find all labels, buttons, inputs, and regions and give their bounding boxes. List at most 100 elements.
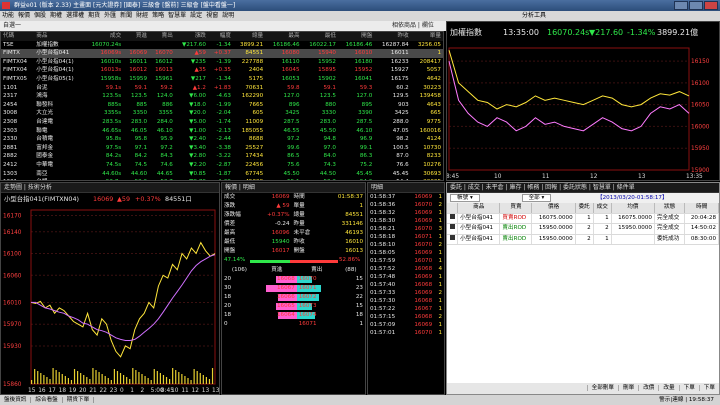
quote-row[interactable]: 2330 台積電 95.8s 95.8 95.9 ▼2.40 -2.44 8688 97.2 94…: [1, 135, 443, 144]
volume-bar: [86, 377, 88, 384]
plot-frame: [30, 209, 216, 385]
depth-header: 買進: [271, 267, 283, 273]
quote-cell: 16022.17: [309, 41, 336, 48]
checkbox-icon[interactable]: [450, 213, 456, 219]
quote-row[interactable]: FIMTX04 小型台指04(1) 16013s 16012 16013 ▲35 +0.35…: [1, 66, 443, 75]
order-checkbox[interactable]: [447, 223, 459, 235]
menu-item[interactable]: 視窗: [204, 12, 220, 19]
watchlist-name[interactable]: 自選一: [3, 22, 21, 29]
order-column-header[interactable]: 委託: [575, 203, 594, 214]
order-checkbox[interactable]: [447, 234, 459, 245]
depth-row[interactable]: 20 16068 16070 15: [222, 275, 365, 284]
depth-row[interactable]: 18 16066 16072 22: [222, 293, 365, 302]
order-checkbox[interactable]: [447, 213, 459, 224]
quote-column-header[interactable]: 最低: [301, 32, 338, 41]
quote-column-header[interactable]: 開盤: [337, 32, 375, 41]
menu-item[interactable]: 智慧單: [166, 12, 188, 19]
maximize-button[interactable]: [689, 1, 703, 10]
quote-column-header[interactable]: 昨收: [374, 32, 411, 41]
menu-item[interactable]: 設定: [188, 12, 204, 19]
quote-column-header[interactable]: 最高: [265, 32, 302, 41]
checkbox-icon[interactable]: [450, 234, 456, 240]
order-column-header[interactable]: 商品: [457, 203, 501, 214]
menu-item[interactable]: 報價: [16, 12, 32, 19]
depth-row[interactable]: 30 16067 16071 23: [222, 284, 365, 293]
order-action-button[interactable]: 下單: [698, 385, 719, 391]
close-button[interactable]: [704, 1, 718, 10]
menu-item[interactable]: 功能: [0, 12, 16, 19]
quote-row[interactable]: 2317 鴻海 123.5s 123.5 124.0 ▼6.00 -4.63 162290 12…: [1, 92, 443, 101]
quote-column-header[interactable]: 商品: [34, 32, 84, 41]
quote-column-header[interactable]: 幅度: [207, 32, 233, 41]
order-action-button[interactable]: 刪單: [617, 385, 639, 391]
volume-bar: [67, 378, 69, 384]
minimize-button[interactable]: [674, 1, 688, 10]
menu-item[interactable]: 期貨: [86, 12, 102, 19]
order-column-header[interactable]: 價格: [531, 203, 576, 214]
quote-row[interactable]: FIMTX04 小型台指04(1) 16010s 16011 16012 ▼235 -1.3…: [1, 58, 443, 67]
quote-column-header[interactable]: 成交: [83, 32, 124, 41]
watchlist-options[interactable]: 相依商品 | 欄位: [392, 21, 434, 31]
quote-row[interactable]: 1101 台泥 59.1s 59.1 59.2 ▲1.2 +1.83 70631 59.8 59.…: [1, 84, 443, 93]
order-column-header[interactable]: 狀態: [654, 203, 686, 214]
menu-item[interactable]: 新聞: [118, 12, 134, 19]
order-action-button[interactable]: 下單: [678, 385, 699, 391]
status-tab[interactable]: 綜合看盤: [31, 397, 63, 403]
status-tab[interactable]: 期貨下單: [62, 397, 95, 403]
quote-row[interactable]: 2882 國泰金 84.2s 84.2 84.3 ▼2.80 -3.22 17434 86.5 8…: [1, 152, 443, 161]
order-action-button[interactable]: 改價: [638, 385, 659, 391]
filter-select[interactable]: 全部 ▾: [521, 194, 552, 202]
order-column-header[interactable]: 均價: [611, 203, 655, 214]
volume-bar: [132, 368, 134, 384]
quote-column-header[interactable]: 代碼: [1, 32, 35, 41]
order-column-header[interactable]: 時間: [684, 203, 719, 214]
menu-item[interactable]: 說明: [220, 12, 236, 19]
order-row[interactable]: 小型台指041 賣出ROD 15950.0000 2 2 15950.0000 完全成交 14…: [447, 223, 719, 235]
order-column-header[interactable]: 買賣: [499, 203, 533, 214]
quote-column-header[interactable]: 漲跌: [174, 32, 208, 41]
quote-cell: 16012: [155, 58, 173, 65]
depth-row[interactable]: 20 16065 16073 15: [222, 302, 365, 311]
quote-row[interactable]: 2308 台達電 283.5s 283.0 284.0 ▼5.00 -1.74 11009 28…: [1, 118, 443, 127]
order-action-button[interactable]: 改量: [658, 385, 679, 391]
order-row[interactable]: 小型台指041 賣出ROD 15950.0000 2 1 委託成功 08:30:00: [447, 234, 719, 245]
quote-row[interactable]: 1303 南亞 44.60s 44.60 44.65 ▼0.85 -1.87 67745 45.…: [1, 170, 443, 179]
x-tick-label: 21: [89, 388, 97, 394]
depth-row[interactable]: 18 16064 16074 18: [222, 311, 365, 320]
order-column-header[interactable]: [447, 203, 459, 214]
menu-item[interactable]: 外匯: [102, 12, 118, 19]
quote-row[interactable]: 2454 聯發科 885s 885 886 ▼18.0 -1.99 7665 896 880 895…: [1, 101, 443, 110]
account-select[interactable]: 帳號 ▾: [450, 194, 480, 202]
order-tabs[interactable]: 委託 | 成交 | 未平倉 | 庫存 | 帳務 | 回報 | 委託狀態 | 智慧…: [447, 183, 719, 193]
quote-column-header[interactable]: 總量: [232, 32, 266, 41]
quote-column-header[interactable]: 單量: [410, 32, 443, 41]
menu-item[interactable]: 期權: [48, 12, 64, 19]
quote-row[interactable]: 2412 中華電 74.5s 74.5 74.6 ▼2.20 -2.87 22456 75.6 7…: [1, 161, 443, 170]
order-action-button[interactable]: 全部刪單: [586, 385, 618, 391]
quote-column-header[interactable]: 賣出: [149, 32, 175, 41]
menu-item[interactable]: 選擇權: [64, 12, 86, 19]
status-tab[interactable]: 盤後資訊: [0, 397, 32, 403]
order-column-header[interactable]: 成交: [593, 203, 612, 214]
quote-row[interactable]: 2881 富邦金 97.5s 97.1 97.2 ▼3.40 -3.38 25527 99.6 9…: [1, 144, 443, 153]
menu-item[interactable]: 財經: [134, 12, 150, 19]
tick-price: 16068: [414, 298, 433, 304]
tick-price: 16070: [414, 242, 433, 248]
quote-row[interactable]: 2303 聯電 46.65s 46.05 46.10 ▼1.00 -2.13 185055 46…: [1, 127, 443, 136]
quote-cell: 74.6: [160, 161, 173, 168]
order-row[interactable]: 小型台指041 買賣ROD 16075.0000 1 1 16075.0000 完全成交 20…: [447, 213, 719, 224]
quote-row[interactable]: 1301台塑53.7s53.653.7▼0.70-1.294562955.153…: [1, 178, 443, 180]
quote-cell: +1.83: [213, 84, 231, 91]
menu-item[interactable]: 個股: [32, 12, 48, 19]
quote-row[interactable]: FIMTX 小型台指041 16069s 16069 16070 ▲59 +0.37 8455…: [1, 49, 443, 58]
quote-row[interactable]: TSE 加權指數 16070.24s ▼217.60 -1.34 3899.21 16186…: [1, 41, 443, 50]
quote-row[interactable]: FIMTX05 小型台指05(1) 15958s 15959 15961 ▼217 -1.3…: [1, 75, 443, 84]
menu-analysis-tools[interactable]: 分析工具: [520, 11, 548, 21]
quote-column-header[interactable]: 買進: [123, 32, 150, 41]
menu-item[interactable]: 策略: [150, 12, 166, 19]
quote-row[interactable]: 3008 大立光 3355s 3350 3355 ▼20.0 -2.04 605 3425 333…: [1, 109, 443, 118]
series-line-1: [448, 60, 690, 132]
bid-price: 16064: [276, 312, 295, 318]
checkbox-icon[interactable]: [450, 224, 456, 229]
index-price: 16070.24s: [547, 28, 590, 37]
